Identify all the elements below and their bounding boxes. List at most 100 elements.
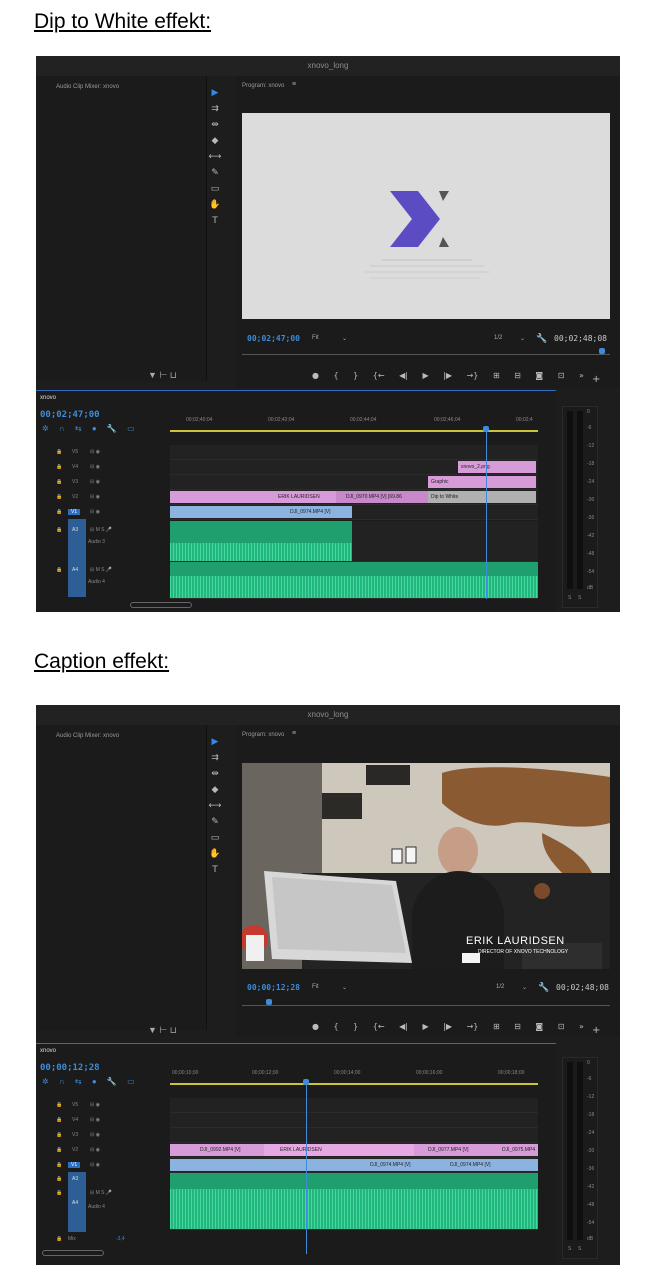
panel-footer-icons[interactable]: ▼ ⊢ ⊔ <box>148 1025 177 1036</box>
razor-tool-icon[interactable]: ◆ <box>208 134 222 148</box>
resolution-dropdown[interactable]: 1/2 <box>496 984 504 990</box>
lane-a3[interactable] <box>170 521 538 562</box>
lane-v5[interactable] <box>170 445 538 460</box>
panel-footer-icons[interactable]: ▼ ⊢ ⊔ <box>148 370 177 381</box>
track-header-a4[interactable]: 🔒 A4 ⊟ M S 🎤 Audio 4 <box>36 1186 170 1226</box>
program-playhead-icon[interactable] <box>266 999 272 1005</box>
add-button-icon[interactable]: + <box>592 1025 600 1036</box>
lane-v1[interactable]: DJI_0974.MP4 [V] DJI_0974.MP4 [V] <box>170 1158 538 1173</box>
timeline-toolbar-icons[interactable]: ✲ ∩ ⇆ ● 🔧 ▭ <box>42 424 135 433</box>
resolution-chevron-icon[interactable]: ⌄ <box>522 984 527 991</box>
rectangle-tool-icon[interactable]: ▭ <box>208 182 222 196</box>
panel-menu-icon[interactable]: ≡ <box>292 81 296 88</box>
track-header-a3[interactable]: 🔒 A3 ⊟ M S 🎤 Audio 3 <box>36 523 170 553</box>
audio-clip-a4[interactable] <box>170 1173 538 1229</box>
slip-tool-icon[interactable]: ⟷ <box>208 799 222 813</box>
clip-dji-0977[interactable]: DJI_0977.MP4 [V] <box>414 1144 488 1156</box>
track-header-v3[interactable]: 🔒 V3 ⊟ ◉ <box>36 1128 170 1142</box>
resolution-dropdown[interactable]: 1/2 <box>494 335 502 341</box>
track-select-tool-icon[interactable]: ⇉ <box>208 751 222 765</box>
transport-controls[interactable]: ● { } {← ◀| ▶ |▶ →} ⊞ ⊟ ◙ ⊡ » <box>312 371 584 380</box>
sequence-tab[interactable]: xnovo <box>40 395 56 401</box>
timeline-playhead-icon[interactable] <box>303 1079 309 1085</box>
ripple-edit-tool-icon[interactable]: ⇹ <box>208 767 222 781</box>
razor-tool-icon[interactable]: ◆ <box>208 783 222 797</box>
type-tool-icon[interactable]: T <box>208 214 222 228</box>
clip-dip-to-white[interactable]: Dip to White <box>428 491 536 503</box>
fit-dropdown-chevron-icon[interactable]: ⌄ <box>342 335 347 342</box>
clip-dji-0992[interactable]: DJI_0992.MP4 [V] <box>170 1144 264 1156</box>
program-monitor-label[interactable]: Program: xnovo <box>242 83 284 89</box>
lane-a4[interactable] <box>170 1173 538 1230</box>
selection-tool-icon[interactable]: ▶ <box>208 735 222 749</box>
timeline-playhead[interactable] <box>306 1082 307 1254</box>
hand-tool-icon[interactable]: ✋ <box>208 198 222 212</box>
wrench-icon[interactable]: 🔧 <box>536 333 547 344</box>
program-monitor-label[interactable]: Program: xnovo <box>242 732 284 738</box>
sequence-tab[interactable]: xnovo <box>40 1048 56 1054</box>
solo-left-button[interactable]: S <box>568 595 571 601</box>
program-scrubber[interactable] <box>242 1001 610 1006</box>
hand-tool-icon[interactable]: ✋ <box>208 847 222 861</box>
slip-tool-icon[interactable]: ⟷ <box>208 150 222 164</box>
track-header-a3[interactable]: 🔒 A3 <box>36 1172 170 1186</box>
lane-v4[interactable] <box>170 1113 538 1128</box>
audio-clip-a3[interactable] <box>170 521 352 561</box>
clip-dji-0970[interactable]: DJI_0970.MP4 [V] [69.86 <box>336 491 428 503</box>
program-timecode[interactable]: 00;00;12;28 <box>247 983 300 992</box>
track-header-v4[interactable]: 🔒 V4 ⊟ ◉ <box>36 1113 170 1127</box>
lane-v4[interactable]: xnovo_2.png <box>170 460 538 475</box>
selection-tool-icon[interactable]: ▶ <box>208 86 222 100</box>
clip-dji-0975[interactable]: DJI_0975.MP4 <box>488 1144 538 1156</box>
sequence-timecode[interactable]: 00;00;12;28 <box>40 1063 100 1073</box>
clip-xnovo-png[interactable]: xnovo_2.png <box>458 461 536 473</box>
horizontal-scrollbar[interactable] <box>42 1250 104 1256</box>
track-header-a4[interactable]: 🔒 A4 ⊟ M S 🎤 Audio 4 <box>36 563 170 593</box>
fit-dropdown[interactable]: Fit <box>312 984 319 990</box>
clip-erik-lauridsen[interactable]: ERIK LAURIDSEN <box>170 491 336 503</box>
solo-right-button[interactable]: S <box>578 1246 581 1252</box>
wrench-icon[interactable]: 🔧 <box>538 982 549 993</box>
audio-clip-a4[interactable] <box>170 562 538 598</box>
lane-v3[interactable] <box>170 1128 538 1143</box>
program-playhead-icon[interactable] <box>599 348 605 354</box>
timeline-playhead[interactable] <box>486 429 487 599</box>
ripple-edit-tool-icon[interactable]: ⇹ <box>208 118 222 132</box>
solo-right-button[interactable]: S <box>578 595 581 601</box>
track-header-mix[interactable]: 🔒 Mix -3,4 <box>36 1232 170 1246</box>
clip-dji-0974[interactable]: DJI_0974.MP4 [V] <box>170 506 352 518</box>
track-header-v2[interactable]: 🔒 V2 ⊟ ◉ <box>36 1143 170 1157</box>
fit-dropdown-chevron-icon[interactable]: ⌄ <box>342 984 347 991</box>
lane-v2[interactable]: ERIK LAURIDSEN DJI_0970.MP4 [V] [69.86 D… <box>170 490 538 505</box>
audio-clip-mixer-label[interactable]: Audio Clip Mixer: xnovo <box>56 733 119 739</box>
lane-v5[interactable] <box>170 1098 538 1113</box>
horizontal-scrollbar[interactable] <box>130 602 192 608</box>
transport-controls[interactable]: ● { } {← ◀| ▶ |▶ →} ⊞ ⊟ ◙ ⊡ » <box>312 1022 584 1031</box>
type-tool-icon[interactable]: T <box>208 863 222 877</box>
track-header-v2[interactable]: 🔒 V2 ⊟ ◉ <box>36 490 170 504</box>
sequence-timecode[interactable]: 00;02;47;00 <box>40 410 100 420</box>
track-header-v4[interactable]: 🔒 V4 ⊟ ◉ <box>36 460 170 474</box>
lane-v1[interactable]: DJI_0974.MP4 [V] <box>170 505 538 520</box>
lane-a4[interactable] <box>170 562 538 599</box>
lane-v3[interactable]: Graphic <box>170 475 538 490</box>
pen-tool-icon[interactable]: ✎ <box>208 815 222 829</box>
timeline-playhead-icon[interactable] <box>483 426 489 432</box>
timeline-toolbar-icons[interactable]: ✲ ∩ ⇆ ● 🔧 ▭ <box>42 1077 135 1086</box>
rectangle-tool-icon[interactable]: ▭ <box>208 831 222 845</box>
audio-clip-mixer-label[interactable]: Audio Clip Mixer: xnovo <box>56 84 119 90</box>
fit-dropdown[interactable]: Fit <box>312 335 319 341</box>
program-scrubber[interactable] <box>242 350 610 355</box>
track-select-tool-icon[interactable]: ⇉ <box>208 102 222 116</box>
clip-erik-lauridsen[interactable]: ERIK LAURIDSEN <box>264 1144 414 1156</box>
panel-menu-icon[interactable]: ≡ <box>292 730 296 737</box>
track-header-v1[interactable]: 🔒 V1 ⊟ ◉ <box>36 505 170 519</box>
track-header-v1[interactable]: 🔒 V1 ⊟ ◉ <box>36 1158 170 1172</box>
track-header-v5[interactable]: 🔒 V5 ⊟ ◉ <box>36 1098 170 1112</box>
pen-tool-icon[interactable]: ✎ <box>208 166 222 180</box>
clip-graphic[interactable]: Graphic <box>428 476 536 488</box>
track-header-v5[interactable]: 🔒 V5 ⊟ ◉ <box>36 445 170 459</box>
track-header-v3[interactable]: 🔒 V3 ⊟ ◉ <box>36 475 170 489</box>
resolution-chevron-icon[interactable]: ⌄ <box>520 335 525 342</box>
lane-v2[interactable]: DJI_0992.MP4 [V] ERIK LAURIDSEN DJI_0977… <box>170 1143 538 1158</box>
